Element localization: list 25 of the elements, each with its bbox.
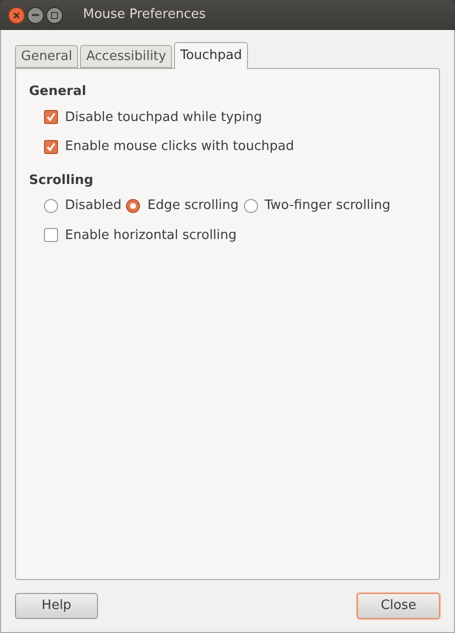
radio-button[interactable] — [44, 198, 58, 213]
dialog-button[interactable]: Help — [15, 593, 98, 619]
minimize-icon[interactable] — [27, 6, 44, 24]
maximize-icon[interactable] — [46, 6, 63, 24]
radio-label[interactable]: Disabled — [65, 196, 122, 216]
checkbox-label[interactable]: Disable touchpad while typing — [65, 108, 262, 127]
window-title: Mouse Preferences — [83, 6, 206, 24]
section-heading: Scrolling — [29, 172, 94, 190]
close-icon[interactable] — [8, 6, 25, 24]
tab[interactable]: Accessibility — [80, 45, 172, 68]
tab[interactable]: General — [15, 45, 78, 68]
check-icon — [46, 112, 56, 122]
dialog-button[interactable]: Close — [357, 593, 440, 619]
section-heading: General — [29, 83, 88, 101]
checkbox[interactable] — [44, 110, 58, 124]
checkbox-label[interactable]: Enable horizontal scrolling — [65, 226, 237, 245]
checkbox-label[interactable]: Enable mouse clicks with touchpad — [65, 137, 294, 156]
check-icon — [46, 142, 56, 152]
checkbox[interactable] — [44, 228, 58, 242]
radio-button[interactable] — [244, 198, 258, 213]
radio-label[interactable]: Two-finger scrolling — [264, 196, 390, 216]
radio-label[interactable]: Edge scrolling — [147, 196, 239, 216]
tab[interactable]: Touchpad — [174, 42, 248, 69]
checkbox[interactable] — [44, 140, 58, 154]
radio-button[interactable] — [126, 198, 140, 213]
